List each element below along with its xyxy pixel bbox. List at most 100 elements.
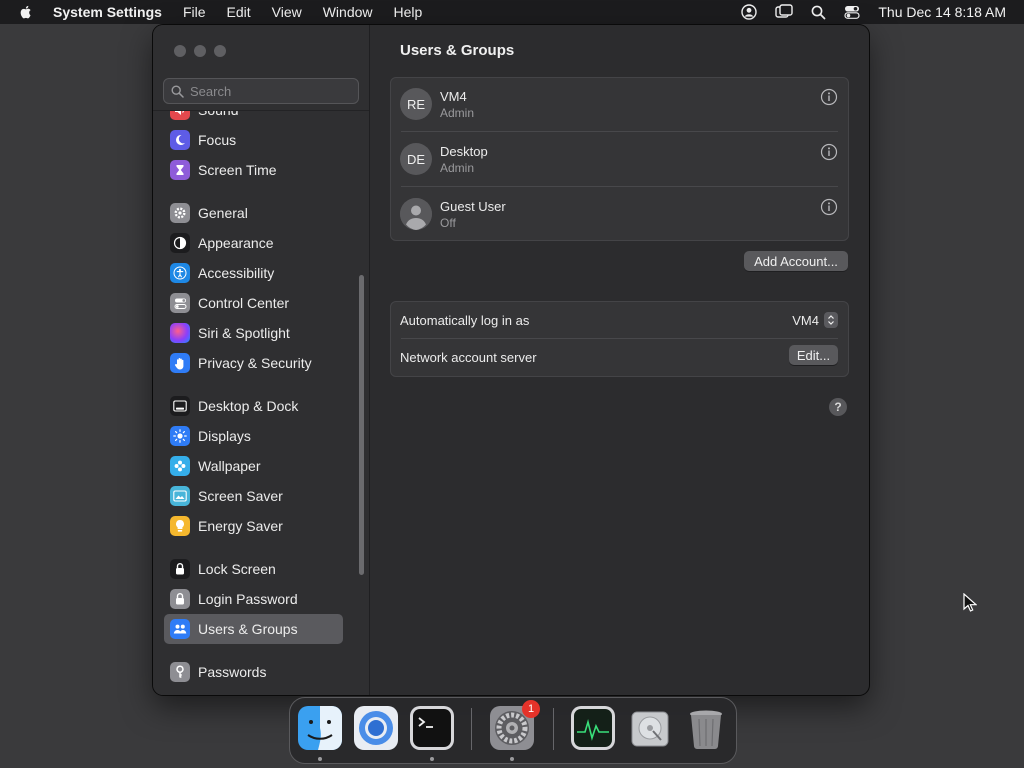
sidebar-item-label: Control Center bbox=[198, 295, 290, 311]
running-indicator bbox=[510, 757, 514, 761]
spotlight-search-icon[interactable] bbox=[811, 5, 826, 20]
users-icon bbox=[170, 619, 190, 639]
dock-icon bbox=[170, 396, 190, 416]
auto-login-popup[interactable]: VM4 bbox=[792, 312, 838, 328]
sidebar-item-screen-time[interactable]: Screen Time bbox=[164, 155, 343, 185]
sidebar-item-users-groups[interactable]: Users & Groups bbox=[164, 614, 343, 644]
avatar: DE bbox=[400, 143, 432, 175]
sidebar-item-label: Desktop & Dock bbox=[198, 398, 299, 414]
moon-icon bbox=[170, 130, 190, 150]
accessibility-icon bbox=[170, 263, 190, 283]
close-button[interactable] bbox=[174, 45, 186, 57]
flower-icon bbox=[170, 456, 190, 476]
sidebar-item-label: General bbox=[198, 205, 248, 221]
content-pane: Users & Groups RE VM4 Admin DE Desktop A… bbox=[370, 25, 869, 695]
running-indicator bbox=[318, 757, 322, 761]
chromium-icon[interactable] bbox=[354, 706, 398, 750]
menu-window[interactable]: Window bbox=[323, 4, 373, 20]
network-server-label: Network account server bbox=[400, 350, 537, 365]
screensaver-icon bbox=[170, 486, 190, 506]
appearance-icon bbox=[170, 233, 190, 253]
sidebar-item-label: Appearance bbox=[198, 235, 274, 251]
edit-button[interactable]: Edit... bbox=[789, 345, 838, 365]
login-options-panel: Automatically log in as VM4 Network acco… bbox=[390, 301, 849, 377]
menu-edit[interactable]: Edit bbox=[227, 4, 251, 20]
sidebar-item-displays[interactable]: Displays bbox=[164, 421, 343, 451]
sidebar-list[interactable]: Sound Focus Screen Time General Appearan… bbox=[153, 110, 369, 695]
sidebar-item-energy-saver[interactable]: Energy Saver bbox=[164, 511, 343, 541]
window-controls bbox=[174, 45, 234, 57]
search-field[interactable]: Search bbox=[163, 78, 359, 104]
user-row-guest[interactable]: Guest User Off bbox=[391, 188, 848, 242]
bulb-icon bbox=[170, 516, 190, 536]
mouse-cursor-icon bbox=[963, 593, 977, 612]
sidebar-item-lock-screen[interactable]: Lock Screen bbox=[164, 554, 343, 584]
add-account-button[interactable]: Add Account... bbox=[744, 251, 848, 271]
lock-icon bbox=[170, 559, 190, 579]
system-settings-window: Search Sound Focus Screen Time General A… bbox=[153, 25, 869, 695]
sidebar-item-label: Screen Time bbox=[198, 162, 277, 178]
sidebar-item-general[interactable]: General bbox=[164, 198, 343, 228]
key-icon bbox=[170, 662, 190, 682]
sidebar-item-label: Passwords bbox=[198, 664, 267, 680]
apple-menu-icon[interactable] bbox=[18, 4, 34, 20]
sidebar-item-appearance[interactable]: Appearance bbox=[164, 228, 343, 258]
user-row-desktop[interactable]: DE Desktop Admin bbox=[391, 133, 848, 187]
sidebar-item-label: Sound bbox=[198, 110, 239, 118]
dock: 1 bbox=[289, 697, 737, 764]
sidebar-item-siri-spotlight[interactable]: Siri & Spotlight bbox=[164, 318, 343, 348]
search-placeholder: Search bbox=[190, 83, 232, 99]
app-menu[interactable]: System Settings bbox=[53, 4, 162, 20]
sidebar-item-control-center[interactable]: Control Center bbox=[164, 288, 343, 318]
notification-badge: 1 bbox=[522, 700, 540, 718]
menu-help[interactable]: Help bbox=[394, 4, 423, 20]
sidebar-item-privacy-security[interactable]: Privacy & Security bbox=[164, 348, 343, 378]
auto-login-label: Automatically log in as bbox=[400, 313, 530, 328]
user-row-vm4[interactable]: RE VM4 Admin bbox=[391, 78, 848, 132]
menu-file[interactable]: File bbox=[183, 4, 206, 20]
menu-clock[interactable]: Thu Dec 14 8:18 AM bbox=[878, 4, 1006, 20]
system-settings-icon[interactable]: 1 bbox=[490, 700, 540, 750]
screen-mirroring-icon[interactable] bbox=[775, 4, 794, 20]
sidebar-item-focus[interactable]: Focus bbox=[164, 125, 343, 155]
zoom-button[interactable] bbox=[214, 45, 226, 57]
info-icon[interactable] bbox=[820, 198, 838, 216]
info-icon[interactable] bbox=[820, 143, 838, 161]
avatar: RE bbox=[400, 88, 432, 120]
disk-utility-icon[interactable] bbox=[628, 706, 672, 750]
sidebar-scrollbar[interactable] bbox=[359, 275, 364, 575]
sound-icon bbox=[170, 111, 190, 120]
sidebar-item-login-password[interactable]: Login Password bbox=[164, 584, 343, 614]
menu-bar: System Settings File Edit View Window He… bbox=[0, 0, 1024, 24]
sidebar-item-accessibility[interactable]: Accessibility bbox=[164, 258, 343, 288]
sidebar-item-label: Privacy & Security bbox=[198, 355, 312, 371]
finder-icon[interactable] bbox=[298, 706, 342, 750]
sidebar-item-label: Lock Screen bbox=[198, 561, 276, 577]
sidebar: Search Sound Focus Screen Time General A… bbox=[153, 25, 370, 695]
user-account-icon[interactable] bbox=[741, 4, 758, 20]
menu-view[interactable]: View bbox=[272, 4, 302, 20]
toggles-icon bbox=[170, 293, 190, 313]
sidebar-item-label: Displays bbox=[198, 428, 251, 444]
minimize-button[interactable] bbox=[194, 45, 206, 57]
control-center-icon[interactable] bbox=[844, 4, 860, 20]
sidebar-item-sound[interactable]: Sound bbox=[164, 110, 343, 125]
terminal-icon[interactable] bbox=[410, 706, 454, 750]
sidebar-item-label: Focus bbox=[198, 132, 237, 148]
hourglass-icon bbox=[170, 160, 190, 180]
user-name: VM4 bbox=[440, 89, 467, 104]
sidebar-item-label: Energy Saver bbox=[198, 518, 283, 534]
sidebar-item-desktop-dock[interactable]: Desktop & Dock bbox=[164, 391, 343, 421]
auto-login-value: VM4 bbox=[792, 312, 819, 328]
user-name: Desktop bbox=[440, 144, 488, 159]
sidebar-item-screen-saver[interactable]: Screen Saver bbox=[164, 481, 343, 511]
lock-icon bbox=[170, 589, 190, 609]
sidebar-item-wallpaper[interactable]: Wallpaper bbox=[164, 451, 343, 481]
info-icon[interactable] bbox=[820, 88, 838, 106]
sun-icon bbox=[170, 426, 190, 446]
trash-icon[interactable] bbox=[684, 706, 728, 750]
activity-monitor-icon[interactable] bbox=[571, 706, 615, 750]
siri-icon bbox=[170, 323, 190, 343]
sidebar-item-passwords[interactable]: Passwords bbox=[164, 657, 343, 687]
help-button[interactable]: ? bbox=[829, 398, 847, 416]
